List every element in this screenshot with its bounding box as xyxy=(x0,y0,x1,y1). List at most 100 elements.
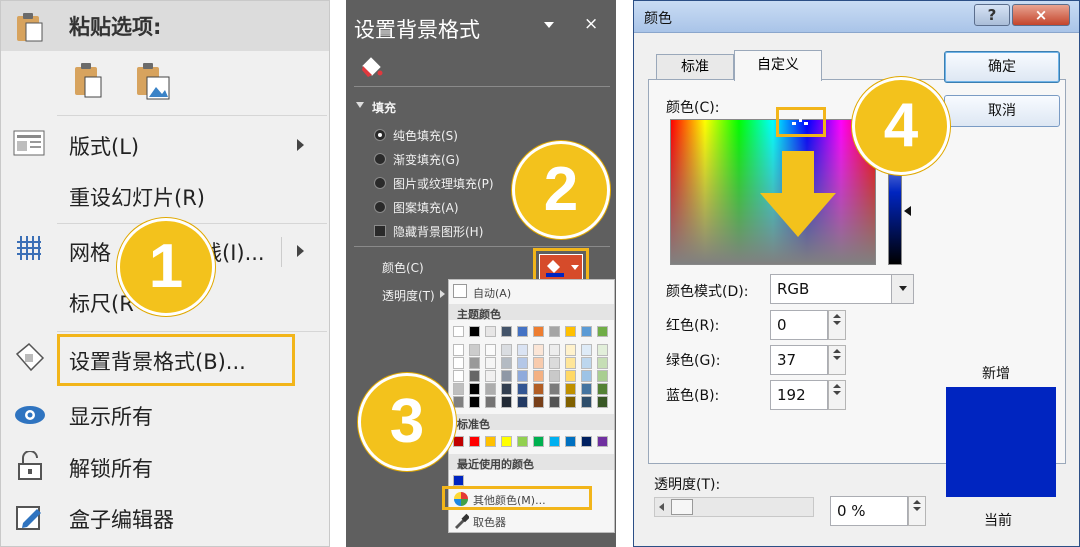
color-swatch[interactable] xyxy=(469,436,480,447)
color-shade-swatch[interactable] xyxy=(469,357,480,369)
color-swatch[interactable] xyxy=(453,475,464,486)
color-shade-swatch[interactable] xyxy=(533,383,544,395)
transparency-scrollbar[interactable] xyxy=(654,497,814,517)
color-shade-swatch[interactable] xyxy=(549,344,560,356)
color-shade-swatch[interactable] xyxy=(549,396,560,408)
menu-item-unlock-all[interactable]: 解锁所有 xyxy=(69,453,153,483)
color-shade-swatch[interactable] xyxy=(501,383,512,395)
radio-solid-fill[interactable] xyxy=(374,129,386,141)
color-shade-swatch[interactable] xyxy=(501,396,512,408)
color-shade-swatch[interactable] xyxy=(597,370,608,382)
color-mode-select[interactable]: RGB xyxy=(770,274,914,304)
menu-item-reset-slide[interactable]: 重设幻灯片(R) xyxy=(69,182,205,212)
color-shade-swatch[interactable] xyxy=(517,370,528,382)
color-swatch[interactable] xyxy=(581,436,592,447)
color-shade-swatch[interactable] xyxy=(469,396,480,408)
color-shade-swatch[interactable] xyxy=(517,344,528,356)
menu-item-grid-prefix[interactable]: 网格 xyxy=(69,237,111,267)
color-shade-swatch[interactable] xyxy=(517,396,528,408)
color-shade-swatch[interactable] xyxy=(597,357,608,369)
auto-color-swatch[interactable] xyxy=(453,284,467,298)
checkbox-hide-graphics[interactable] xyxy=(374,225,386,237)
blue-input[interactable]: 192 xyxy=(770,380,828,410)
color-shade-swatch[interactable] xyxy=(549,370,560,382)
color-swatch[interactable] xyxy=(533,326,544,337)
color-shade-swatch[interactable] xyxy=(549,383,560,395)
color-shade-swatch[interactable] xyxy=(453,383,464,395)
color-shade-swatch[interactable] xyxy=(501,370,512,382)
color-swatch[interactable] xyxy=(549,326,560,337)
color-swatch[interactable] xyxy=(533,436,544,447)
green-input[interactable]: 37 xyxy=(770,345,828,375)
red-spinner[interactable] xyxy=(828,310,846,340)
color-swatch[interactable] xyxy=(453,436,464,447)
fill-color-button[interactable] xyxy=(539,254,583,280)
help-button[interactable]: ? xyxy=(974,4,1010,26)
radio-gradient-fill[interactable] xyxy=(374,153,386,165)
ok-button[interactable]: 确定 xyxy=(944,51,1060,83)
menu-item-box-editor[interactable]: 盒子编辑器 xyxy=(69,504,174,534)
color-swatch[interactable] xyxy=(517,436,528,447)
color-shade-swatch[interactable] xyxy=(533,396,544,408)
color-swatch[interactable] xyxy=(549,436,560,447)
transparency-input[interactable]: 0 % xyxy=(830,496,908,526)
color-swatch[interactable] xyxy=(501,326,512,337)
pane-close-icon[interactable]: × xyxy=(584,14,598,34)
scroll-thumb[interactable] xyxy=(671,499,693,515)
menu-item-format-background[interactable]: 设置背景格式(B)... xyxy=(69,346,246,376)
radio-picture-fill[interactable] xyxy=(374,177,386,189)
color-shade-swatch[interactable] xyxy=(485,396,496,408)
color-shade-swatch[interactable] xyxy=(485,357,496,369)
option-gradient-fill[interactable]: 渐变填充(G) xyxy=(393,151,460,168)
color-shade-swatch[interactable] xyxy=(581,383,592,395)
color-swatch[interactable] xyxy=(581,326,592,337)
color-swatch[interactable] xyxy=(501,436,512,447)
color-shade-swatch[interactable] xyxy=(565,396,576,408)
menu-item-show-all[interactable]: 显示所有 xyxy=(69,401,153,431)
color-shade-swatch[interactable] xyxy=(469,344,480,356)
luminance-pointer-icon[interactable] xyxy=(904,206,911,216)
close-button[interactable]: × xyxy=(1012,4,1070,26)
color-swatch[interactable] xyxy=(565,436,576,447)
color-shade-swatch[interactable] xyxy=(565,344,576,356)
green-spinner[interactable] xyxy=(828,345,846,375)
color-shade-swatch[interactable] xyxy=(533,357,544,369)
color-shade-swatch[interactable] xyxy=(469,383,480,395)
color-shade-swatch[interactable] xyxy=(549,357,560,369)
red-input[interactable]: 0 xyxy=(770,310,828,340)
tab-custom[interactable]: 自定义 xyxy=(734,50,822,81)
auto-color-option[interactable]: 自动(A) xyxy=(473,285,511,301)
pane-options-chevron-icon[interactable] xyxy=(544,22,554,28)
scroll-left-icon[interactable] xyxy=(659,503,664,511)
color-shade-swatch[interactable] xyxy=(453,396,464,408)
color-shade-swatch[interactable] xyxy=(581,396,592,408)
color-shade-swatch[interactable] xyxy=(581,370,592,382)
eyedropper-option[interactable]: 取色器 xyxy=(473,514,506,530)
fill-bucket-icon[interactable] xyxy=(360,56,384,80)
more-colors-option[interactable]: 其他颜色(M)... xyxy=(473,492,546,508)
blue-spinner[interactable] xyxy=(828,380,846,410)
color-shade-swatch[interactable] xyxy=(485,383,496,395)
color-shade-swatch[interactable] xyxy=(453,357,464,369)
option-hide-graphics[interactable]: 隐藏背景图形(H) xyxy=(393,223,483,240)
color-shade-swatch[interactable] xyxy=(485,344,496,356)
color-swatch[interactable] xyxy=(453,326,464,337)
option-pattern-fill[interactable]: 图案填充(A) xyxy=(393,199,459,216)
color-shade-swatch[interactable] xyxy=(517,383,528,395)
color-shade-swatch[interactable] xyxy=(565,383,576,395)
color-shade-swatch[interactable] xyxy=(453,344,464,356)
paste-keep-source-icon[interactable] xyxy=(73,61,107,101)
color-shade-swatch[interactable] xyxy=(453,370,464,382)
color-shade-swatch[interactable] xyxy=(501,344,512,356)
color-shade-swatch[interactable] xyxy=(565,357,576,369)
color-shade-swatch[interactable] xyxy=(533,344,544,356)
paste-as-picture-icon[interactable] xyxy=(135,61,173,103)
menu-item-layout[interactable]: 版式(L) xyxy=(69,131,139,161)
color-swatch[interactable] xyxy=(469,326,480,337)
color-swatch[interactable] xyxy=(485,436,496,447)
color-shade-swatch[interactable] xyxy=(581,357,592,369)
color-shade-swatch[interactable] xyxy=(597,344,608,356)
color-shade-swatch[interactable] xyxy=(597,383,608,395)
collapse-icon[interactable] xyxy=(356,102,364,108)
color-swatch[interactable] xyxy=(597,326,608,337)
